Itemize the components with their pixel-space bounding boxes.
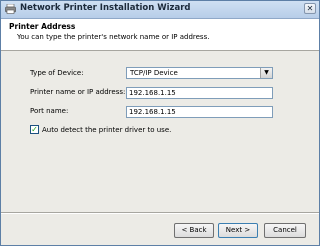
page-title: Printer Address — [9, 22, 76, 31]
button-divider — [1, 212, 319, 214]
title-bar: Network Printer Installation Wizard ✕ — [1, 1, 319, 19]
host-label: Printer name or IP address: — [30, 88, 126, 96]
device-type-select[interactable]: TCP/IP Device ▼ — [126, 67, 273, 79]
auto-detect-label: Auto detect the printer driver to use. — [42, 126, 172, 134]
wizard-header: Printer Address You can type the printer… — [1, 19, 319, 51]
auto-detect-checkbox[interactable]: ✓ — [30, 125, 39, 134]
cancel-button[interactable]: Cancel — [264, 223, 306, 238]
device-type-label: Type of Device: — [30, 69, 84, 77]
wizard-window: Network Printer Installation Wizard ✕ Pr… — [0, 0, 320, 246]
window-title: Network Printer Installation Wizard — [20, 3, 191, 13]
close-icon: ✕ — [306, 4, 314, 13]
next-button[interactable]: Next > — [218, 223, 258, 238]
host-input[interactable] — [126, 87, 273, 99]
back-button[interactable]: < Back — [174, 223, 214, 238]
printer-icon — [5, 4, 16, 14]
device-type-value: TCP/IP Device — [130, 69, 178, 77]
port-input[interactable] — [126, 106, 273, 118]
chevron-down-icon[interactable]: ▼ — [260, 68, 272, 78]
close-button[interactable]: ✕ — [304, 3, 316, 14]
checkmark-icon: ✓ — [31, 125, 38, 134]
port-label: Port name: — [30, 107, 69, 115]
page-subtitle: You can type the printer's network name … — [17, 33, 210, 41]
